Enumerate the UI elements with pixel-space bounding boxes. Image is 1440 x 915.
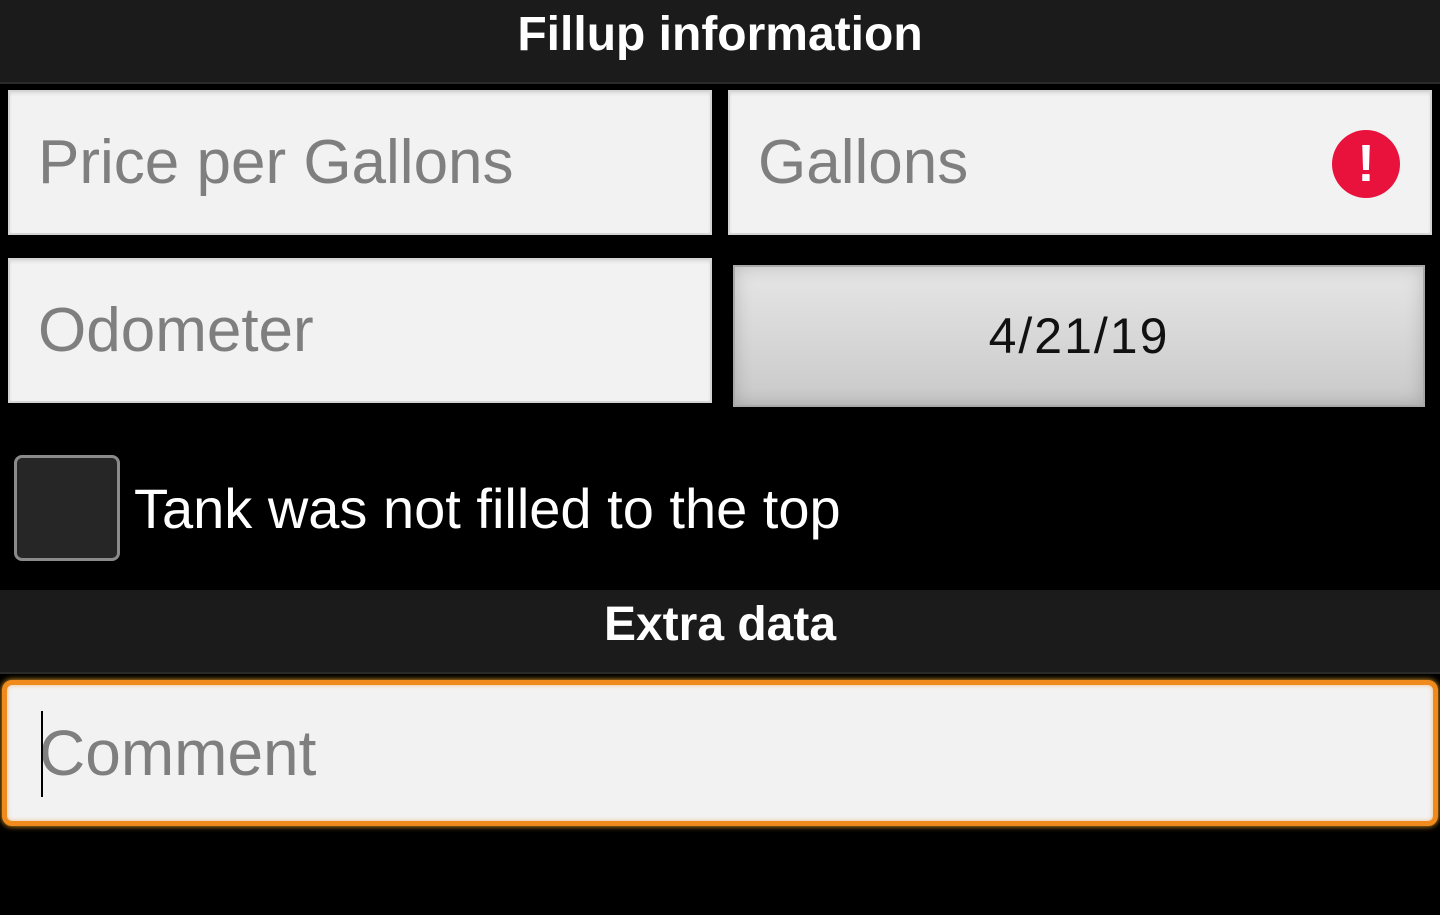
- extra-data-header: Extra data: [0, 590, 1440, 674]
- gallons-field[interactable]: !: [728, 90, 1432, 235]
- tank-not-full-label[interactable]: Tank was not filled to the top: [134, 474, 841, 544]
- comment-input[interactable]: [7, 685, 1433, 821]
- price-per-gallons-field[interactable]: [8, 90, 712, 235]
- odometer-field[interactable]: [8, 258, 712, 403]
- price-per-gallons-input[interactable]: [10, 92, 710, 233]
- text-cursor: [41, 711, 43, 797]
- extra-data-title: Extra data: [603, 598, 837, 651]
- gallons-input[interactable]: [730, 92, 1430, 233]
- fillup-form-screen: Fillup information ! 4/21/19 Tank was no…: [0, 0, 1440, 915]
- odometer-input[interactable]: [10, 260, 710, 401]
- fillup-information-header: Fillup information: [0, 0, 1440, 84]
- fillup-information-title: Fillup information: [517, 8, 923, 61]
- error-exclamation-icon[interactable]: !: [1332, 130, 1400, 198]
- date-picker-button[interactable]: 4/21/19: [733, 265, 1425, 407]
- tank-not-full-checkbox[interactable]: [14, 455, 120, 561]
- comment-field[interactable]: [2, 680, 1438, 826]
